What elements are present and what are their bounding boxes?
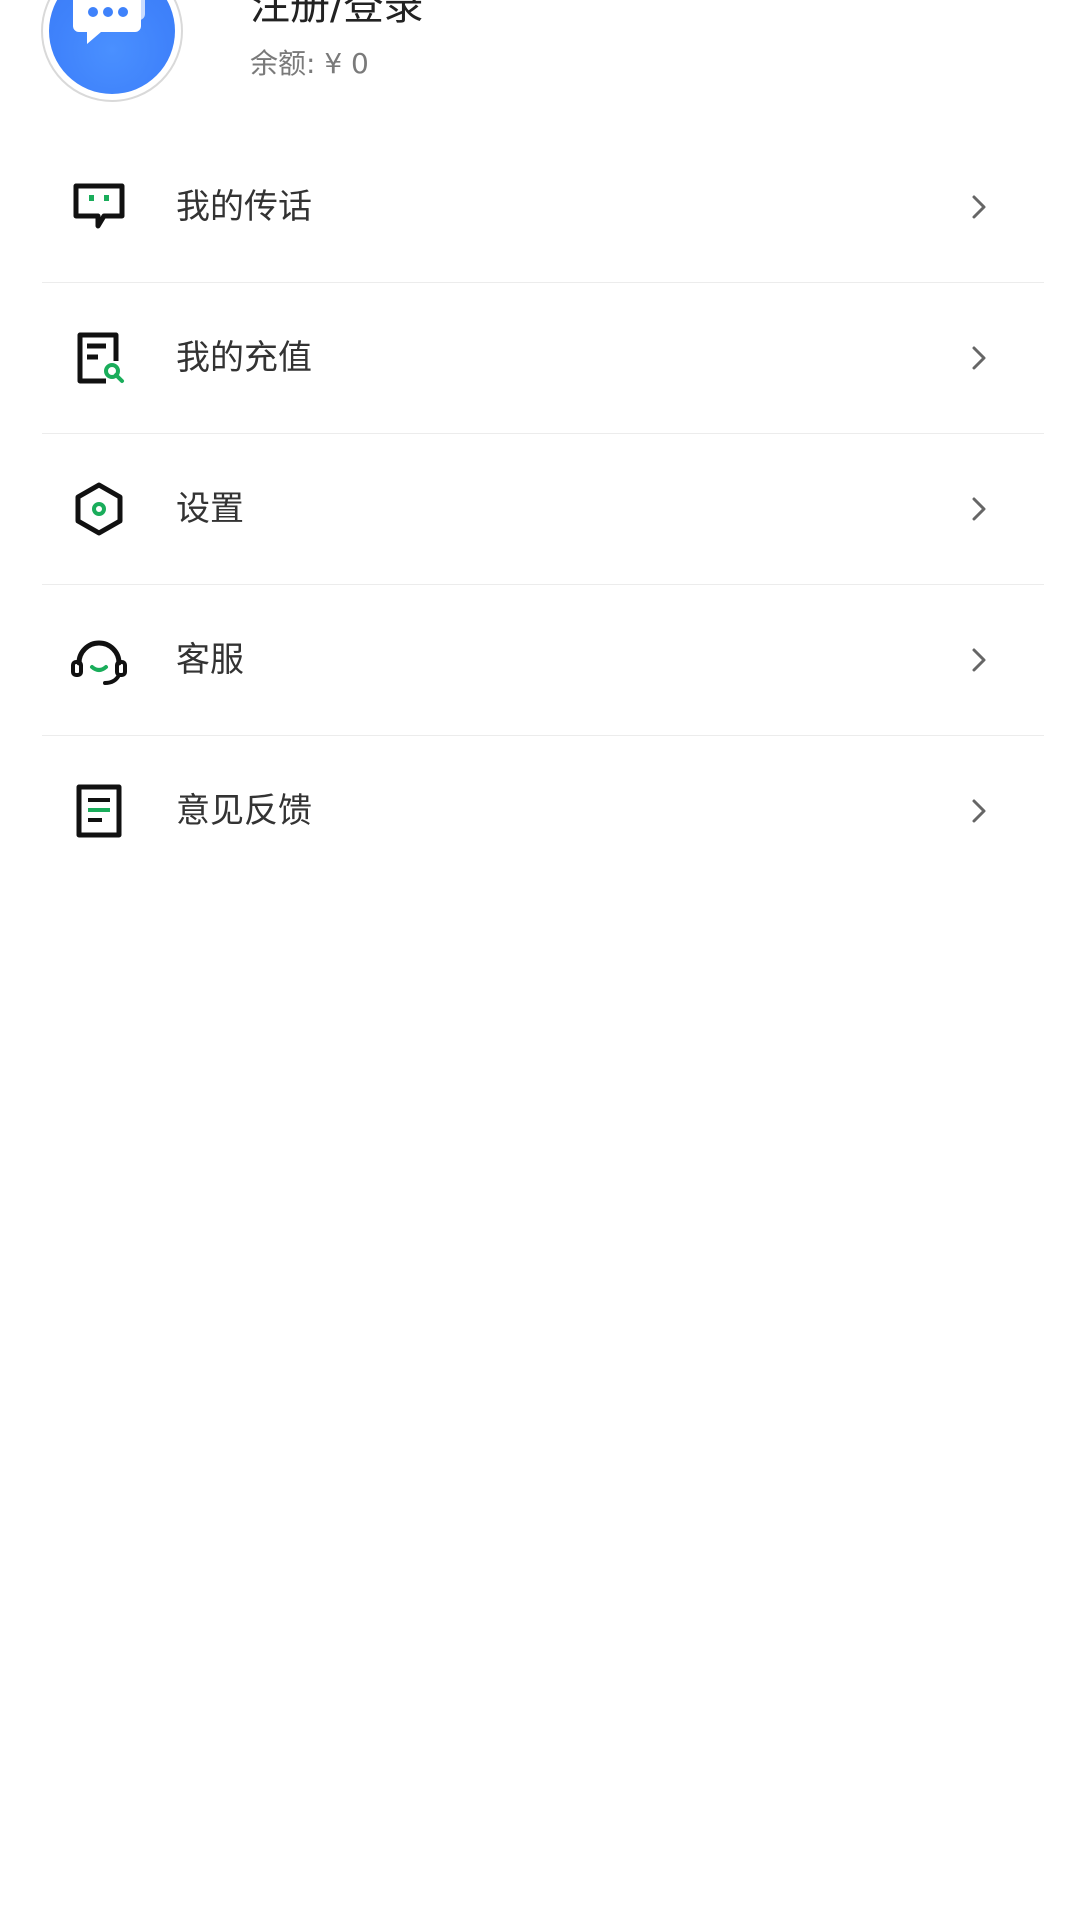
menu-item-label: 设置 bbox=[176, 489, 244, 529]
balance-text: 余额: ¥ 0 bbox=[250, 47, 369, 80]
message-square-icon bbox=[73, 183, 125, 229]
menu-item-label: 我的充值 bbox=[176, 338, 312, 378]
chevron-right-icon bbox=[972, 346, 986, 370]
menu-item-label: 客服 bbox=[176, 640, 244, 680]
menu-item-label: 我的传话 bbox=[176, 187, 312, 227]
chevron-right-icon bbox=[972, 497, 986, 521]
menu-item-feedback[interactable]: 意见反馈 bbox=[42, 736, 1044, 887]
profile-header[interactable]: 注册/登录 余额: ¥ 0 bbox=[0, 0, 1080, 130]
menu-list: 我的传话 我的充值 设置 客服 意见反馈 bbox=[42, 132, 1044, 887]
menu-item-my-messages[interactable]: 我的传话 bbox=[42, 132, 1044, 283]
menu-item-settings[interactable]: 设置 bbox=[42, 434, 1044, 585]
chat-bubble-icon bbox=[73, 0, 145, 44]
chevron-right-icon bbox=[972, 799, 986, 823]
menu-item-customer-service[interactable]: 客服 bbox=[42, 585, 1044, 736]
menu-item-label: 意见反馈 bbox=[176, 791, 312, 831]
hexagon-settings-icon bbox=[75, 482, 123, 536]
login-register-link[interactable]: 注册/登录 bbox=[250, 0, 423, 34]
headset-icon bbox=[71, 640, 127, 685]
document-lines-icon bbox=[76, 784, 122, 838]
avatar[interactable] bbox=[41, 0, 183, 102]
menu-item-my-recharge[interactable]: 我的充值 bbox=[42, 283, 1044, 434]
receipt-search-icon bbox=[77, 332, 124, 384]
profile-page: 注册/登录 余额: ¥ 0 我的传话 我的充值 设置 客服 意见反馈 bbox=[0, 0, 1080, 1920]
chevron-right-icon bbox=[972, 648, 986, 672]
chevron-right-icon bbox=[972, 195, 986, 219]
